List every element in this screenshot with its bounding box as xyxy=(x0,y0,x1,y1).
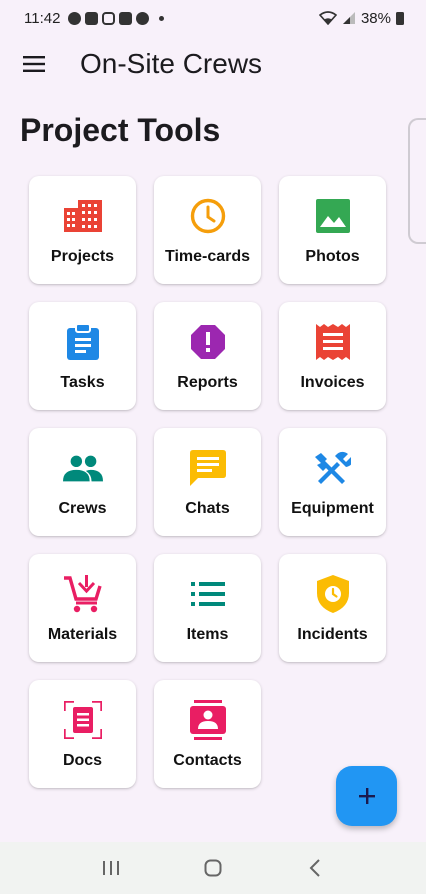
tools-icon xyxy=(314,451,351,484)
more-notifications-dot-icon xyxy=(159,15,165,21)
app-title: On-Site Crews xyxy=(80,48,263,79)
back-icon xyxy=(309,859,320,877)
tile-label: Docs xyxy=(62,752,103,769)
add-fab-button[interactable] xyxy=(336,766,397,826)
status-bar: 11:42 38% xyxy=(0,0,426,36)
people-icon xyxy=(62,455,103,482)
back-button[interactable] xyxy=(290,848,340,888)
tile-materials[interactable]: Materials xyxy=(29,554,136,662)
tile-label: Contacts xyxy=(173,752,242,769)
wifi-icon xyxy=(318,11,337,25)
tile-time-cards[interactable]: Time-cards xyxy=(154,176,261,284)
tile-label: Incidents xyxy=(297,626,368,643)
tile-equipment[interactable]: Equipment xyxy=(279,428,386,536)
tile-label: Items xyxy=(186,626,229,643)
cart-icon xyxy=(63,575,102,613)
messenger-icon xyxy=(68,11,82,25)
tile-label: Projects xyxy=(50,248,115,265)
hamburger-menu-icon xyxy=(23,56,45,72)
tile-incidents[interactable]: Incidents xyxy=(279,554,386,662)
tile-label: Time-cards xyxy=(164,248,251,265)
image-icon xyxy=(315,199,350,233)
status-left: 11:42 xyxy=(24,9,165,27)
receipt-icon xyxy=(315,324,350,360)
tile-items[interactable]: Items xyxy=(154,554,261,662)
tile-invoices[interactable]: Invoices xyxy=(279,302,386,410)
tile-photos[interactable]: Photos xyxy=(279,176,386,284)
tile-docs[interactable]: Docs xyxy=(29,680,136,788)
instagram-icon xyxy=(102,11,116,25)
contact-card-icon xyxy=(189,700,226,740)
clipboard-icon xyxy=(66,324,99,360)
tile-crews[interactable]: Crews xyxy=(29,428,136,536)
home-icon xyxy=(204,859,222,877)
tile-label: Photos xyxy=(305,248,360,265)
linkedin-icon xyxy=(119,11,133,25)
tile-chats[interactable]: Chats xyxy=(154,428,261,536)
tile-label: Tasks xyxy=(60,374,105,391)
tile-contacts[interactable]: Contacts xyxy=(154,680,261,788)
menu-button[interactable] xyxy=(6,36,62,92)
building-icon xyxy=(63,200,102,232)
system-nav-bar xyxy=(0,842,426,894)
list-icon xyxy=(190,582,225,606)
message-icon xyxy=(85,11,99,25)
home-button[interactable] xyxy=(188,848,238,888)
recents-button[interactable] xyxy=(86,848,136,888)
battery-percent: 38% xyxy=(360,9,391,27)
tile-label: Crews xyxy=(58,500,107,517)
tile-label: Equipment xyxy=(291,500,374,517)
tile-label: Chats xyxy=(185,500,230,517)
status-right: 38% xyxy=(318,9,404,27)
edge-panel-handle[interactable] xyxy=(408,118,426,244)
chat-icon xyxy=(189,450,226,486)
document-scan-icon xyxy=(63,701,102,739)
tile-label: Invoices xyxy=(300,374,365,391)
shield-clock-icon xyxy=(316,575,349,613)
app-bar: On-Site Crews xyxy=(0,36,426,92)
clock-icon xyxy=(190,198,225,234)
github-icon xyxy=(136,11,150,25)
battery-icon xyxy=(396,11,404,25)
section-title: Project Tools xyxy=(20,112,221,148)
status-time: 11:42 xyxy=(24,9,61,27)
tile-label: Reports xyxy=(177,374,238,391)
tile-projects[interactable]: Projects xyxy=(29,176,136,284)
tile-label: Materials xyxy=(47,626,118,643)
alert-octagon-icon xyxy=(190,325,225,359)
tile-tasks[interactable]: Tasks xyxy=(29,302,136,410)
signal-icon xyxy=(342,12,355,24)
tile-reports[interactable]: Reports xyxy=(154,302,261,410)
recents-icon xyxy=(103,861,119,875)
plus-icon xyxy=(358,788,375,804)
tools-grid: Projects Time-cards Photos Tasks Reports… xyxy=(29,176,387,788)
